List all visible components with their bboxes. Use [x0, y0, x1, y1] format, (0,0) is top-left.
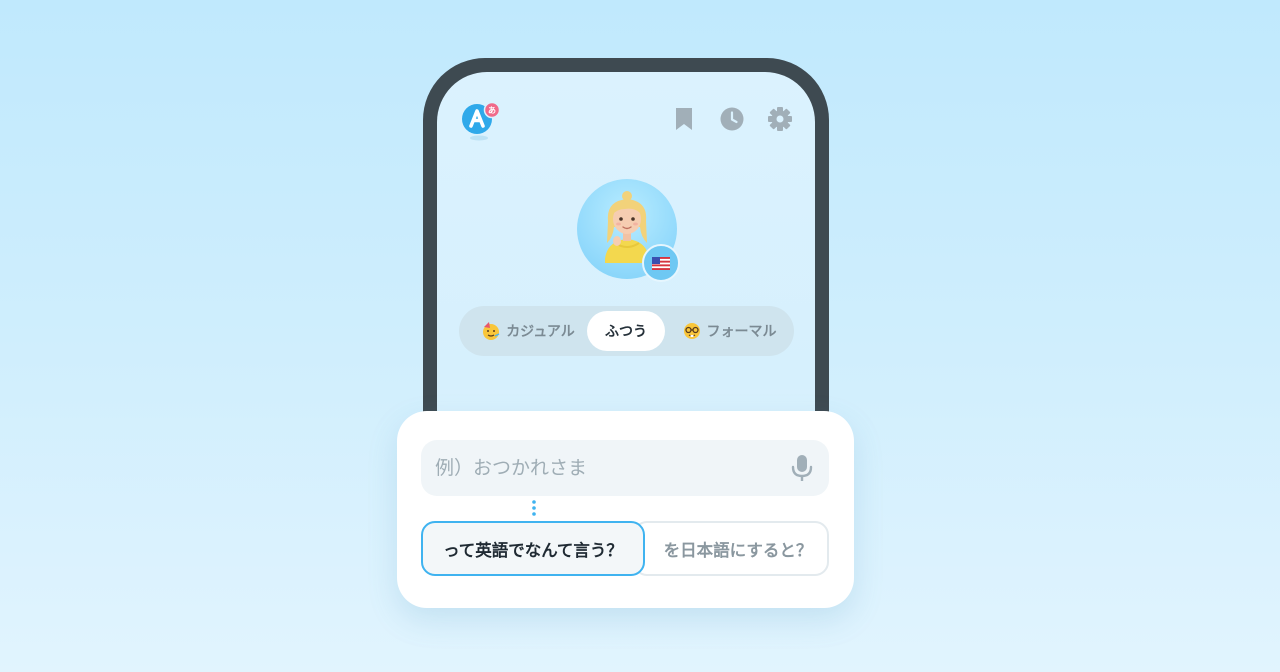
- tone-normal-option[interactable]: ふつう: [587, 311, 665, 351]
- phrase-input[interactable]: [421, 440, 771, 496]
- suggestion-to-japanese-button[interactable]: を日本語にすると？: [633, 521, 829, 576]
- suggestion-to-english-button[interactable]: って英語でなんて言う？: [421, 521, 645, 576]
- settings-icon[interactable]: [767, 106, 793, 132]
- microphone-icon[interactable]: [789, 454, 815, 482]
- tone-selector: カジュアル ふつう フォーマル: [459, 306, 794, 356]
- input-card: って英語でなんて言う？ を日本語にすると？: [397, 411, 854, 608]
- app-logo-icon[interactable]: あ: [460, 102, 500, 142]
- history-icon[interactable]: [719, 106, 745, 132]
- tone-formal-option[interactable]: フォーマル: [673, 311, 785, 351]
- suggestion-to-japanese-label: を日本語にすると？: [663, 540, 813, 560]
- connector-dots: [532, 500, 536, 516]
- nerd-face-icon: [683, 323, 700, 339]
- phrase-input-container: [421, 440, 829, 496]
- party-face-icon: [483, 322, 500, 340]
- tone-normal-label: ふつう: [605, 324, 647, 340]
- bookmark-icon[interactable]: [671, 106, 697, 132]
- tone-casual-label: カジュアル: [506, 324, 575, 340]
- header-actions: [671, 106, 793, 132]
- tone-formal-label: フォーマル: [706, 324, 777, 340]
- suggestion-to-english-label: って英語でなんて言う？: [443, 540, 623, 560]
- tone-casual-option[interactable]: カジュアル: [473, 311, 583, 351]
- logo-badge-label: あ: [488, 106, 496, 115]
- us-flag-icon: [642, 244, 680, 282]
